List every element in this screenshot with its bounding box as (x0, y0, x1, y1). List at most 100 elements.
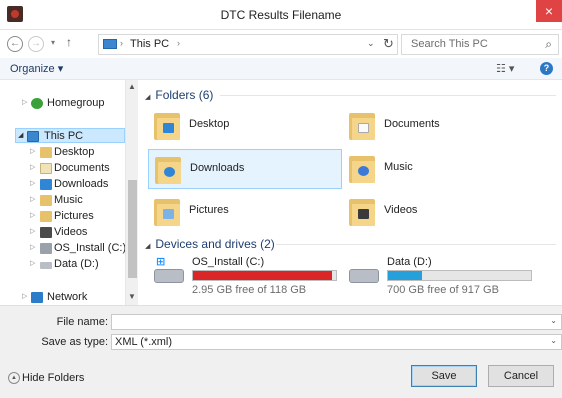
folders-group-header[interactable]: ◢ Folders (6) (145, 88, 213, 102)
recent-locations-dropdown[interactable]: ▾ (51, 38, 55, 47)
window-title: DTC Results Filename (220, 8, 342, 22)
expand-chevron-icon[interactable]: ▷ (30, 163, 35, 171)
nav-item-this-pc[interactable]: ◢ This PC (15, 128, 125, 143)
expand-chevron-icon[interactable]: ▷ (30, 211, 35, 219)
nav-item-documents[interactable]: ▷ Documents (0, 161, 125, 176)
drive-usage-bar (387, 270, 532, 281)
system-drive-icon (40, 243, 52, 254)
desktop-folder-icon (154, 110, 180, 140)
chevron-down-icon[interactable]: ⌄ (550, 316, 557, 325)
refresh-icon[interactable]: ↻ (383, 36, 394, 52)
filename-input[interactable]: ⌄ (111, 314, 562, 330)
nav-item-downloads[interactable]: ▷ Downloads (0, 177, 125, 192)
nav-item-desktop[interactable]: ▷ Desktop (0, 145, 125, 160)
music-folder-icon (40, 195, 52, 206)
nav-item-os-install[interactable]: ▷ OS_Install (C:) (0, 241, 125, 256)
folder-tile-desktop[interactable]: Desktop (148, 106, 342, 146)
nav-item-videos[interactable]: ▷ Videos (0, 225, 125, 240)
drives-group-header[interactable]: ◢ Devices and drives (2) (145, 237, 275, 251)
collapse-icon[interactable]: ▲ (8, 372, 20, 384)
collapse-chevron-icon[interactable]: ◢ (18, 131, 23, 139)
folder-label: Downloads (190, 162, 245, 174)
pictures-folder-icon (154, 196, 180, 226)
command-bar: Organize ▾ ☷ ▾ ? (0, 58, 562, 80)
drive-label: Data (D:) (387, 256, 432, 268)
drive-icon (40, 262, 52, 269)
dialog-footer: ▲ Hide Folders Save Cancel (0, 355, 562, 398)
nav-item-music[interactable]: ▷ Music (0, 193, 125, 208)
nav-item-network[interactable]: ▷ Network (0, 290, 125, 305)
filename-label: File name: (56, 316, 108, 328)
nav-item-label: Desktop (54, 146, 95, 158)
search-input[interactable]: Search This PC ⌕ (401, 34, 559, 55)
expand-chevron-icon[interactable]: ▷ (22, 292, 27, 300)
nav-item-data-drive[interactable]: ▷ Data (D:) (0, 257, 125, 272)
windows-logo-icon: ⊞ (156, 256, 166, 268)
drive-label: OS_Install (C:) (192, 256, 265, 268)
nav-item-label: Videos (54, 226, 88, 238)
documents-folder-icon (40, 163, 52, 174)
expand-chevron-icon[interactable]: ▷ (30, 243, 35, 251)
folder-tile-music[interactable]: Music (343, 149, 537, 189)
navigation-scrollbar[interactable]: ▲ ▼ (125, 80, 138, 305)
folder-label: Music (384, 161, 413, 173)
folder-label: Videos (384, 204, 418, 216)
back-button[interactable]: ← (7, 36, 23, 52)
drive-icon (349, 269, 379, 283)
system-drive-icon (154, 269, 184, 283)
forward-button[interactable]: → (28, 36, 44, 52)
drive-free-space: 2.95 GB free of 118 GB (192, 284, 307, 296)
drive-usage-fill (193, 271, 333, 280)
pictures-folder-icon (40, 211, 52, 222)
drive-tile-os-install[interactable]: ⊞ OS_Install (C:) 2.95 GB free of 118 GB (148, 256, 342, 296)
pc-icon (27, 131, 39, 142)
folder-label: Pictures (189, 204, 229, 216)
nav-item-label: Pictures (54, 210, 94, 222)
nav-item-homegroup[interactable]: ▷ Homegroup (0, 96, 125, 111)
close-button[interactable]: × (536, 0, 562, 22)
folder-tile-pictures[interactable]: Pictures (148, 192, 342, 232)
folder-tile-downloads[interactable]: Downloads (148, 149, 342, 189)
nav-item-label: This PC (44, 130, 84, 142)
folder-tile-documents[interactable]: Documents (343, 106, 537, 146)
scrollbar-thumb[interactable] (128, 180, 137, 278)
folder-label: Desktop (189, 118, 230, 130)
help-icon[interactable]: ? (540, 62, 553, 75)
up-button[interactable]: ↑ (66, 35, 72, 49)
expand-chevron-icon[interactable]: ▷ (30, 179, 35, 187)
chevron-down-icon[interactable]: ⌄ (550, 336, 557, 345)
save-as-type-select[interactable]: XML (*.xml) ⌄ (111, 334, 562, 350)
expand-chevron-icon[interactable]: ▷ (30, 195, 35, 203)
drive-free-space: 700 GB free of 917 GB (387, 284, 499, 296)
save-button[interactable]: Save (411, 365, 477, 387)
breadcrumb-separator[interactable]: › (120, 38, 123, 48)
pc-icon (103, 39, 117, 49)
folder-tile-videos[interactable]: Videos (343, 192, 537, 232)
nav-item-label: Homegroup (47, 97, 105, 109)
network-icon (31, 292, 43, 303)
address-dropdown[interactable]: ⌄ (367, 38, 375, 49)
cancel-button[interactable]: Cancel (488, 365, 554, 387)
view-options-button[interactable]: ☷ ▾ (496, 62, 514, 75)
hide-folders-button[interactable]: Hide Folders (22, 372, 84, 384)
breadcrumb-this-pc[interactable]: This PC (130, 38, 169, 50)
scroll-up-icon[interactable]: ▲ (128, 82, 136, 91)
expand-chevron-icon[interactable]: ▷ (30, 259, 35, 267)
search-placeholder: Search This PC (411, 38, 488, 50)
expand-chevron-icon[interactable]: ▷ (22, 98, 27, 106)
breadcrumb-separator[interactable]: › (177, 38, 180, 48)
nav-item-label: Documents (54, 162, 110, 174)
nav-item-label: Data (D:) (54, 258, 99, 270)
address-bar[interactable]: › This PC › ⌄ ↻ (98, 34, 398, 55)
documents-folder-icon (349, 110, 375, 140)
organize-button[interactable]: Organize ▾ (10, 62, 63, 75)
address-row: ← → ▾ ↑ › This PC › ⌄ ↻ Search This PC ⌕ (0, 30, 562, 58)
nav-item-label: Downloads (54, 178, 109, 190)
nav-item-pictures[interactable]: ▷ Pictures (0, 209, 125, 224)
drive-tile-data[interactable]: Data (D:) 700 GB free of 917 GB (343, 256, 537, 296)
search-icon[interactable]: ⌕ (545, 37, 552, 52)
expand-chevron-icon[interactable]: ▷ (30, 147, 35, 155)
expand-chevron-icon[interactable]: ▷ (30, 227, 35, 235)
drive-usage-fill (388, 271, 423, 280)
scroll-down-icon[interactable]: ▼ (128, 292, 136, 301)
